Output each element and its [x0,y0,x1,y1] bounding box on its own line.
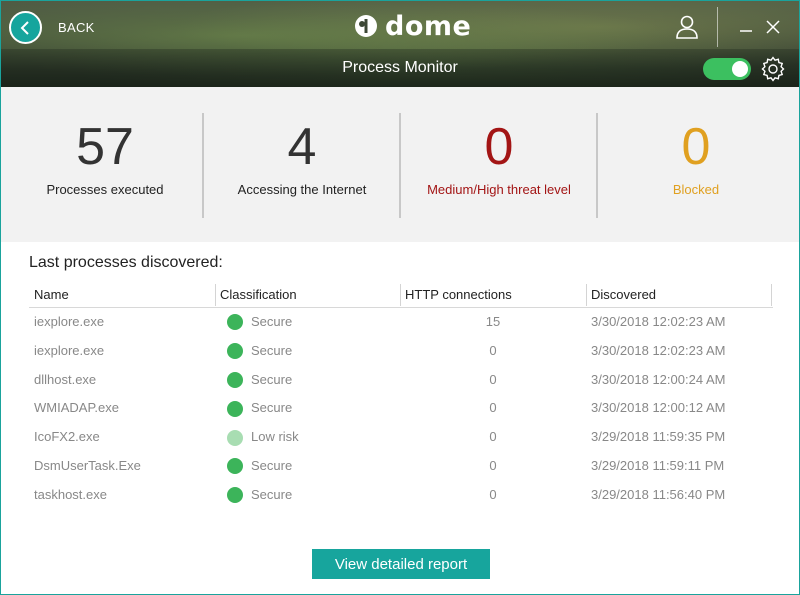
process-name: dllhost.exe [34,371,97,387]
column-header-classification[interactable]: Classification [215,282,297,308]
classification-cell: Secure [227,308,292,337]
discovered-time: 3/30/2018 12:02:23 AM [591,342,726,358]
status-dot-icon [227,458,243,475]
table-row[interactable]: DsmUserTask.Exe Secure 0 3/29/2018 11:59:11… [29,452,773,481]
column-header-discovered[interactable]: Discovered [586,282,656,308]
table-header: Name Classification HTTP connections Dis… [29,282,773,308]
classification-cell: Secure [227,366,292,395]
section-title: Last processes discovered: [29,254,223,271]
classification-cell: Secure [227,337,292,366]
user-icon[interactable] [673,13,701,41]
window-controls-divider [717,7,718,47]
http-connections: 0 [489,400,497,416]
column-separator[interactable] [771,284,772,306]
http-connections: 0 [489,486,497,502]
status-dot-icon [227,371,243,388]
process-name: IcoFX2.exe [34,429,100,445]
toggle-knob [732,61,748,77]
classification-cell: Secure [227,394,292,423]
page-title: Process Monitor [342,59,458,76]
close-icon[interactable] [765,19,781,35]
stat-blocked: 0 Blocked [598,87,794,242]
http-connections: 0 [489,371,497,387]
classification-label: Secure [251,457,293,473]
status-dot-icon [227,314,243,331]
stat-label: Blocked [672,182,720,197]
stat-processes-executed: 57 Processes executed [7,87,203,242]
table-row[interactable]: iexplore.exe Secure 15 3/30/2018 12:02:23 A… [29,308,773,337]
classification-cell: Secure [227,481,292,510]
process-name: iexplore.exe [34,342,105,358]
stat-label: Processes executed [46,182,164,197]
table-row[interactable]: iexplore.exe Secure 0 3/30/2018 12:02:23 AM [29,337,773,366]
stat-label: Accessing the Internet [237,182,367,197]
discovered-time: 3/30/2018 12:00:24 AM [591,371,726,387]
http-connections: 0 [489,457,497,473]
http-connections: 15 [485,314,501,329]
stat-value: 4 [287,118,317,176]
classification-label: Secure [251,400,293,416]
brand-logo: dome [353,10,472,42]
status-dot-icon [227,429,243,446]
table-row[interactable]: IcoFX2.exe Low risk 0 3/29/2018 11:59:35 PM [29,423,773,452]
table-row[interactable]: taskhost.exe Secure 0 3/29/2018 11:56:40 PM [29,481,773,510]
discovered-time: 3/30/2018 12:00:12 AM [591,400,726,416]
brand-name: dome [385,10,472,42]
panda-logo-icon [355,15,377,37]
discovered-time: 3/29/2018 11:59:35 PM [591,429,726,445]
classification-label: Secure [251,371,293,387]
table-row[interactable]: WMIADAP.exe Secure 0 3/30/2018 12:00:12 AM [29,394,773,423]
gear-icon[interactable] [760,56,786,82]
process-name: WMIADAP.exe [34,400,120,416]
status-dot-icon [227,400,243,417]
minimize-icon[interactable] [738,19,754,35]
classification-label: Secure [251,486,293,502]
header-bar: BACK dome Process Monitor [1,1,799,87]
processes-table: Name Classification HTTP connections Dis… [29,282,773,510]
back-button[interactable] [9,11,42,44]
table-row[interactable]: dllhost.exe Secure 0 3/30/2018 12:00:24 AM [29,366,773,395]
stat-threat-level: 0 Medium/High threat level [401,87,597,242]
status-dot-icon [227,343,243,360]
classification-label: Secure [251,342,293,358]
process-monitor-toggle[interactable] [703,58,751,80]
stat-value: 0 [484,118,514,176]
column-header-http[interactable]: HTTP connections [400,282,512,308]
process-name: taskhost.exe [34,486,107,502]
process-name: iexplore.exe [34,314,105,329]
discovered-time: 3/29/2018 11:59:11 PM [591,457,725,473]
process-name: DsmUserTask.Exe [34,457,141,473]
table-body: iexplore.exe Secure 15 3/30/2018 12:02:23 A… [29,308,773,510]
view-detailed-report-button[interactable]: View detailed report [312,549,490,579]
back-label[interactable]: BACK [58,20,95,35]
stat-value: 0 [681,118,711,176]
chevron-left-icon [20,20,29,35]
stats-panel: 57 Processes executed 4 Accessing the In… [1,87,799,242]
classification-cell: Secure [227,452,292,481]
stat-value: 57 [76,118,134,176]
discovered-time: 3/30/2018 12:02:23 AM [591,314,726,329]
stat-accessing-internet: 4 Accessing the Internet [204,87,400,242]
status-dot-icon [227,487,243,504]
app-window: BACK dome Process Monitor 57 Processes e… [0,0,800,595]
classification-label: Low risk [251,429,299,445]
http-connections: 0 [489,342,497,358]
classification-label: Secure [251,314,293,329]
discovered-time: 3/29/2018 11:56:40 PM [591,486,726,502]
column-header-name[interactable]: Name [29,282,69,308]
classification-cell: Low risk [227,423,299,452]
http-connections: 0 [489,429,497,445]
stat-label: Medium/High threat level [427,182,571,197]
